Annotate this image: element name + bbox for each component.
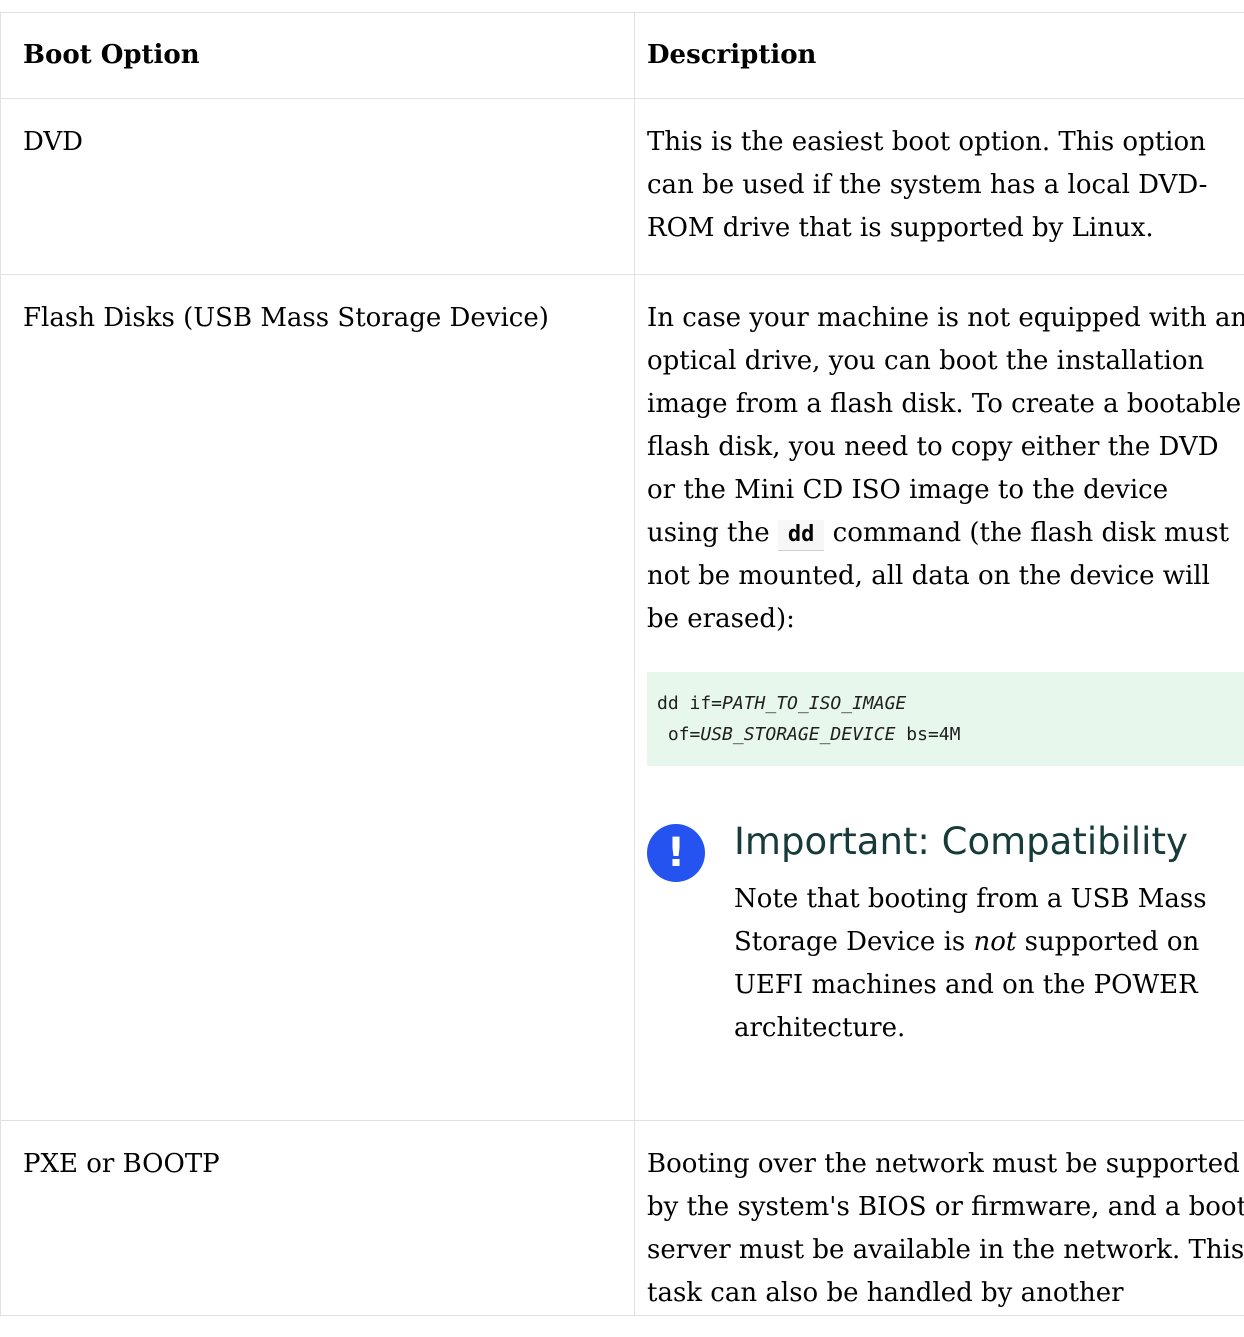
admonition-title: Important: Compatibility	[734, 820, 1188, 863]
description-dvd-text: This is the easiest boot option. This op…	[647, 127, 1208, 243]
dd-code-block: dd if=PATH_TO_ISO_IMAGE of=USB_STORAGE_D…	[647, 672, 1244, 766]
code-line1-prefix: dd if=	[657, 693, 723, 714]
boot-options-table: Boot Option Description DVD This is the …	[0, 12, 1244, 1316]
code-iso-path-var: PATH_TO_ISO_IMAGE	[722, 693, 907, 714]
code-line2-suffix: bs=4M	[895, 724, 961, 745]
boot-option-flash: Flash Disks (USB Mass Storage Device)	[0, 274, 635, 1121]
description-pxe-text: Booting over the network must be support…	[647, 1149, 1244, 1308]
table-header-row: Boot Option Description	[0, 12, 1244, 99]
admonition-emphasis: not	[973, 927, 1017, 957]
header-boot-option: Boot Option	[0, 12, 635, 99]
description-dvd: This is the easiest boot option. This op…	[634, 98, 1244, 275]
description-flash-before: In case your machine is not equipped wit…	[647, 303, 1244, 548]
page: Boot Option Description DVD This is the …	[0, 0, 1244, 1337]
code-usb-device-var: USB_STORAGE_DEVICE	[700, 724, 896, 745]
dd-command: dd	[777, 520, 825, 551]
description-pxe: Booting over the network must be support…	[634, 1120, 1244, 1316]
table-row: PXE or BOOTP Booting over the network mu…	[0, 1120, 1244, 1316]
description-flash-text: In case your machine is not equipped wit…	[647, 297, 1244, 641]
important-admonition: ! Important: Compatibility Note that boo…	[647, 818, 1244, 1050]
code-line2-prefix: of=	[657, 724, 701, 745]
admonition-body: Note that booting from a USB Mass Storag…	[734, 878, 1244, 1050]
header-description: Description	[634, 12, 1244, 99]
table-row: DVD This is the easiest boot option. Thi…	[0, 98, 1244, 275]
boot-option-dvd: DVD	[0, 98, 635, 275]
exclamation-icon: !	[647, 824, 705, 882]
boot-option-pxe: PXE or BOOTP	[0, 1120, 635, 1316]
description-flash: In case your machine is not equipped wit…	[634, 274, 1244, 1121]
table-row: Flash Disks (USB Mass Storage Device) In…	[0, 274, 1244, 1121]
